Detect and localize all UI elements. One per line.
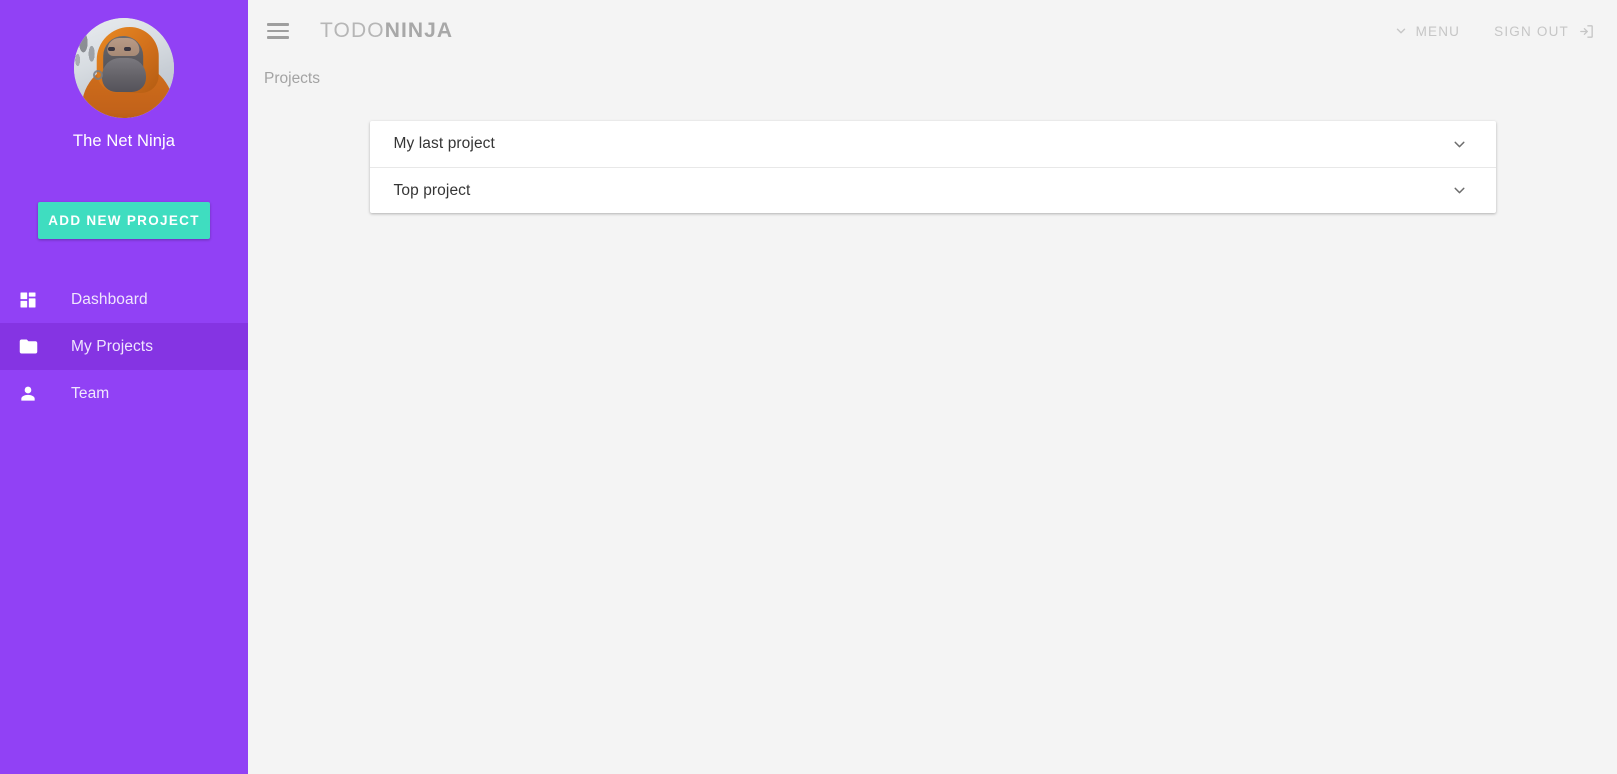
project-panel-row[interactable]: My last project <box>370 121 1496 167</box>
folder-icon <box>15 334 41 360</box>
avatar-container <box>0 0 248 118</box>
project-panel-row[interactable]: Top project <box>369 167 1496 213</box>
project-title: My last project <box>393 135 495 152</box>
sidebar-item-label: Team <box>71 384 110 402</box>
chevron-down-icon <box>1394 24 1408 38</box>
exit-to-app-icon <box>1578 23 1595 40</box>
breadcrumb-label: Projects <box>264 70 320 87</box>
hamburger-bar <box>267 23 289 26</box>
brand-suffix: NINJA <box>384 19 454 42</box>
sidebar-item-dashboard[interactable]: Dashboard <box>0 276 248 323</box>
add-new-project-button[interactable]: ADD NEW PROJECT <box>38 202 210 239</box>
hamburger-bar <box>267 29 289 33</box>
sidebar: The Net Ninja ADD NEW PROJECT Dashboard <box>0 0 248 774</box>
sidebar-item-team[interactable]: Team <box>0 370 248 417</box>
add-project-container: ADD NEW PROJECT <box>0 202 248 239</box>
avatar-photo-face-mask <box>102 58 146 92</box>
sign-out-button[interactable]: SIGN OUT <box>1494 23 1595 40</box>
avatar-photo-strap-ring <box>93 70 103 80</box>
chevron-down-icon[interactable] <box>1448 179 1472 203</box>
sign-out-label: SIGN OUT <box>1494 23 1569 39</box>
hamburger-icon[interactable] <box>264 17 292 45</box>
hamburger-bar <box>267 36 289 39</box>
dashboard-icon <box>15 287 41 313</box>
sidebar-item-label: My Projects <box>71 337 154 355</box>
projects-list-card: My last project Top project <box>369 121 1496 213</box>
avatar-photo-eye-left <box>108 47 115 51</box>
avatar <box>74 18 174 118</box>
chevron-down-icon[interactable] <box>1448 132 1472 156</box>
breadcrumb: Projects <box>248 62 1617 96</box>
menu-button-label: MENU <box>1415 23 1461 39</box>
sidebar-item-my-projects[interactable]: My Projects <box>0 323 248 370</box>
sidebar-item-label: Dashboard <box>71 290 148 308</box>
avatar-photo-eye-right <box>124 47 131 51</box>
brand-prefix: TODO <box>320 19 385 42</box>
main-area: TODONINJA MENU SIGN OUT Projects My last… <box>248 0 1617 774</box>
project-title: Top project <box>393 181 471 199</box>
app-root: The Net Ninja ADD NEW PROJECT Dashboard <box>0 0 1617 774</box>
content-area: My last project Top project <box>248 96 1617 213</box>
brand-logo[interactable]: TODONINJA <box>320 19 453 43</box>
user-name: The Net Ninja <box>72 132 176 150</box>
person-icon <box>15 381 41 407</box>
top-bar: TODONINJA MENU SIGN OUT <box>248 0 1617 62</box>
sidebar-nav: Dashboard My Projects Team <box>0 276 248 417</box>
menu-button[interactable]: MENU <box>1394 24 1461 39</box>
